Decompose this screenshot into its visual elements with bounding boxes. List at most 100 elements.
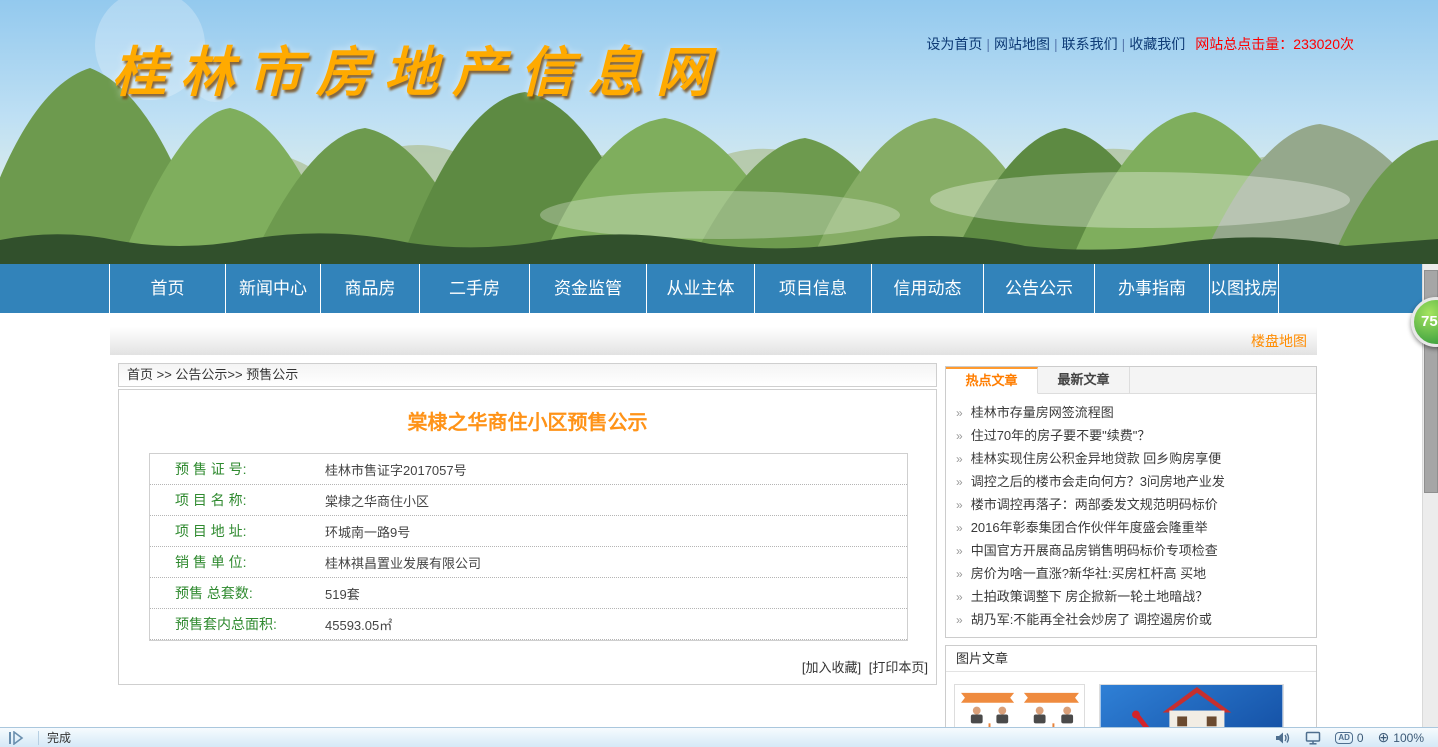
detail-value: 桂林祺昌置业发展有限公司 [325,553,481,572]
nav-item[interactable]: 办事指南 [1095,264,1210,313]
bullet-arrow-icon: » [956,498,963,512]
article-link: 房价为啥一直涨?新华社:买房杠杆高 买地 [971,566,1206,581]
detail-value: 519套 [325,584,360,603]
link-separator: | [986,36,990,52]
statusbar-right-group: AD 0 ⊕ 100% [1275,729,1438,746]
article-list-item[interactable]: »住过70年的房子要不要"续费"？ [956,424,1308,447]
detail-value: 45593.05㎡ [325,615,392,634]
sidebar-tab[interactable]: 热点文章 [946,367,1038,394]
link-separator: | [1054,36,1058,52]
maplink-bar: 楼盘地图 [110,327,1317,355]
breadcrumb[interactable]: 首页 >> 公告公示>> 预售公示 [118,363,937,387]
detail-label: 预 售 证 号: [175,459,325,479]
bullet-arrow-icon: » [956,590,963,604]
nav-item[interactable]: 项目信息 [755,264,872,313]
nav-item[interactable]: 从业主体 [647,264,755,313]
ad-blocker-counter[interactable]: AD 0 [1335,731,1363,745]
bullet-arrow-icon: » [956,429,963,443]
top-utility-links: 设为首页|网站地图|联系我们|收藏我们网站总点击量：233020次 [926,34,1354,54]
article-link: 桂林市存量房网签流程图 [971,405,1114,420]
article-content-box: 棠棣之华商住小区预售公示 预 售 证 号: 桂林市售证字2017057号 项 目… [118,389,937,685]
detail-value: 棠棣之华商住小区 [325,491,429,510]
article-list-item[interactable]: » 桂林实现住房公积金异地贷款 回乡购房享便 [956,447,1308,470]
nav-spacer [0,264,110,313]
article-list-item[interactable]: » 楼市调控再落子：两部委发文规范明码标价 [956,493,1308,516]
article-link: 桂林实现住房公积金异地贷款 回乡购房享便 [971,451,1222,466]
sidebar-tabbar: 热点文章 最新文章 [946,367,1316,394]
detail-label: 项 目 地 址: [175,521,325,541]
monitor-icon[interactable] [1305,731,1321,745]
browser-page: 桂林市房地产信息网 设为首页|网站地图|联系我们|收藏我们网站总点击量：2330… [0,0,1438,747]
detail-row: 销 售 单 位: 桂林祺昌置业发展有限公司 [150,547,907,578]
article-link: 调控之后的楼市会走向何方？3问房地产业发 [971,474,1225,489]
add-favorite-link[interactable]: [加入收藏] [802,660,861,675]
detail-label: 项 目 名 称: [175,490,325,510]
detail-row: 项 目 名 称: 棠棣之华商住小区 [150,485,907,516]
detail-row: 预 售 证 号: 桂林市售证字2017057号 [150,454,907,485]
statusbar-divider [38,731,39,745]
top-utility-link[interactable]: 联系我们 [1062,36,1118,52]
nav-item[interactable]: 公告公示 [984,264,1095,313]
zoom-level: 100% [1393,731,1424,745]
speaker-icon[interactable] [1275,731,1291,745]
statusbar-status-text: 完成 [47,729,71,746]
article-link: 土拍政策调整下 房企掀新一轮土地暗战？ [971,589,1209,604]
bullet-arrow-icon: » [956,452,963,466]
article-actions: [加入收藏] [打印本页] [119,657,936,676]
nav-item[interactable]: 二手房 [420,264,530,313]
top-utility-link[interactable]: 收藏我们 [1129,36,1185,52]
top-utility-link[interactable]: 设为首页 [926,36,982,52]
detail-label: 预售 总套数: [175,583,325,603]
article-list-item[interactable]: » 土拍政策调整下 房企掀新一轮土地暗战？ [956,585,1308,608]
statusbar-play-icon[interactable] [8,731,24,745]
detail-row: 预售 总套数: 519套 [150,578,907,609]
article-link: 2016年彰泰集团合作伙伴年度盛会隆重举 [971,520,1208,535]
article-list-item[interactable]: »中国官方开展商品房销售明码标价专项检查 [956,539,1308,562]
sidebar-tab[interactable]: 最新文章 [1038,367,1130,393]
article-list: » 桂林市存量房网签流程图 »住过70年的房子要不要"续费"？ » 桂林实现住房公积… [946,394,1316,637]
hot-articles-box: 热点文章 最新文章 » 桂林市存量房网签流程图 »住过70年的房子要不要"续费"？… [945,366,1317,638]
hit-counter: 网站总点击量：233020次 [1195,36,1354,52]
main-column: 首页 >> 公告公示>> 预售公示 棠棣之华商住小区预售公示 预 售 证 号: … [118,363,937,685]
bullet-arrow-icon: » [956,567,963,581]
nav-item[interactable]: 首页 [110,264,226,313]
building-map-link[interactable]: 楼盘地图 [1251,333,1307,349]
bullet-arrow-icon: » [956,613,963,627]
nav-item[interactable]: 以图找房 [1210,264,1279,313]
article-list-item[interactable]: » 调控之后的楼市会走向何方？3问房地产业发 [956,470,1308,493]
article-link: 楼市调控再落子：两部委发文规范明码标价 [971,497,1218,512]
site-banner: 桂林市房地产信息网 设为首页|网站地图|联系我们|收藏我们网站总点击量：2330… [0,0,1438,264]
bullet-arrow-icon: » [956,406,963,420]
article-list-item[interactable]: » 2016年彰泰集团合作伙伴年度盛会隆重举 [956,516,1308,539]
nav-item[interactable]: 信用动态 [872,264,984,313]
ad-count: 0 [1357,731,1364,745]
site-logo-title: 桂林市房地产信息网 [112,28,752,107]
detail-value: 桂林市售证字2017057号 [325,460,467,479]
print-page-link[interactable]: [打印本页] [869,660,928,675]
top-links-list: 设为首页|网站地图|联系我们|收藏我们 [926,36,1185,52]
sidebar: 热点文章 最新文章 » 桂林市存量房网签流程图 »住过70年的房子要不要"续费"？… [945,366,1317,747]
article-link: 中国官方开展商品房销售明码标价专项检查 [971,543,1218,558]
nav-item[interactable]: 新闻中心 [226,264,321,313]
ad-badge-icon: AD [1335,732,1353,744]
nav-list: 首页新闻中心商品房二手房资金监管从业主体项目信息信用动态公告公示办事指南以图找房 [110,264,1279,313]
top-utility-link[interactable]: 网站地图 [994,36,1050,52]
detail-row: 预售套内总面积: 45593.05㎡ [150,609,907,640]
zoom-control[interactable]: ⊕ 100% [1378,729,1424,746]
detail-label: 销 售 单 位: [175,552,325,572]
detail-label: 预售套内总面积: [175,614,325,634]
article-link: 胡乃军:不能再全社会炒房了 调控遏房价或 [971,612,1212,627]
browser-statusbar: 完成 AD 0 ⊕ 100% [0,727,1438,747]
bullet-arrow-icon: » [956,521,963,535]
article-list-item[interactable]: » 胡乃军:不能再全社会炒房了 调控遏房价或 [956,608,1308,631]
nav-item[interactable]: 资金监管 [530,264,647,313]
article-list-item[interactable]: » 房价为啥一直涨?新华社:买房杠杆高 买地 [956,562,1308,585]
main-nav: 首页新闻中心商品房二手房资金监管从业主体项目信息信用动态公告公示办事指南以图找房 [0,264,1438,313]
detail-value: 环城南一路9号 [325,522,410,541]
picture-articles-title: 图片文章 [946,646,1316,672]
link-separator: | [1122,36,1126,52]
nav-item[interactable]: 商品房 [321,264,420,313]
article-list-item[interactable]: » 桂林市存量房网签流程图 [956,401,1308,424]
detail-row: 项 目 地 址: 环城南一路9号 [150,516,907,547]
bullet-arrow-icon: » [956,475,963,489]
